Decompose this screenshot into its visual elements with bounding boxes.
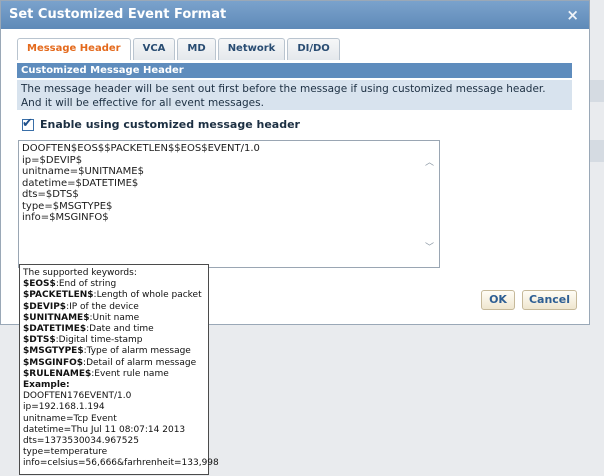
header-text: DOOFTEN$EOS$$PACKETLEN$$EOS$EVENT/1.0 ip… bbox=[22, 143, 260, 224]
header-line: dts=$DTS$ bbox=[22, 189, 79, 200]
keyword-name: $EOS$ bbox=[23, 279, 56, 290]
background-strip bbox=[588, 80, 604, 102]
section-description: The message header will be sent out firs… bbox=[17, 80, 572, 110]
tab-bar: Message Header VCA MD Network DI/DO bbox=[17, 38, 340, 60]
example-line: dts=1373530034.967525 bbox=[23, 436, 139, 447]
keyword-description: :Digital time-stamp bbox=[55, 335, 143, 346]
keyword-name: $MSGINFO$ bbox=[23, 357, 84, 368]
tab-message-header[interactable]: Message Header bbox=[17, 38, 131, 60]
dialog-titlebar: Set Customized Event Format × bbox=[1, 1, 589, 29]
header-line: info=$MSGINFO$ bbox=[22, 212, 109, 223]
keyword-row: $MSGINFO$:Detail of alarm message bbox=[23, 358, 205, 369]
tab-vca[interactable]: VCA bbox=[132, 38, 176, 60]
example-line: type=temperature bbox=[23, 447, 108, 458]
header-textarea[interactable]: DOOFTEN$EOS$$PACKETLEN$$EOS$EVENT/1.0 ip… bbox=[18, 140, 440, 268]
example-line: datetime=Thu Jul 11 08:07:14 2013 bbox=[23, 424, 186, 435]
header-line: DOOFTEN$EOS$$PACKETLEN$$EOS$EVENT/1.0 bbox=[22, 143, 260, 154]
keyword-row: $EOS$:End of string bbox=[23, 279, 205, 290]
keyword-row: $DATETIME$:Date and time bbox=[23, 324, 205, 335]
tab-di-do[interactable]: DI/DO bbox=[287, 38, 340, 60]
scroll-up-icon[interactable]: ︿ bbox=[425, 155, 434, 168]
keyword-name: $UNITNAME$ bbox=[23, 312, 90, 323]
header-line: ip=$DEVIP$ bbox=[22, 154, 83, 166]
keyword-description: :Unit name bbox=[89, 312, 140, 323]
keyword-row: $DEVIP$:IP of the device bbox=[23, 302, 205, 313]
keyword-row: $UNITNAME$:Unit name bbox=[23, 313, 205, 324]
keyword-description: :Date and time bbox=[86, 324, 154, 335]
keyword-name: $PACKETLEN$ bbox=[23, 290, 94, 301]
tab-md[interactable]: MD bbox=[177, 38, 216, 60]
keyword-row: $MSGTYPE$:Type of alarm message bbox=[23, 346, 205, 357]
keyword-list: $EOS$:End of string $PACKETLEN$:Length of… bbox=[23, 279, 205, 380]
keyword-row: $RULENAME$:Event rule name bbox=[23, 369, 205, 380]
example-line: ip=192.168.1.194 bbox=[23, 402, 105, 413]
keyword-description: :Type of alarm message bbox=[83, 346, 191, 357]
keyword-row: $DTS$:Digital time-stamp bbox=[23, 335, 205, 346]
keyword-name: $DATETIME$ bbox=[23, 324, 87, 335]
keywords-tooltip: The supported keywords: $EOS$:End of str… bbox=[19, 264, 219, 475]
keyword-name: $DEVIP$ bbox=[23, 301, 67, 312]
scroll-down-icon[interactable]: ﹀ bbox=[425, 240, 434, 253]
dialog-title: Set Customized Event Format bbox=[9, 7, 227, 22]
keyword-description: :Length of whole packet bbox=[93, 290, 202, 301]
keyword-description: :IP of the device bbox=[66, 301, 139, 312]
enable-label: Enable using customized message header bbox=[40, 118, 300, 131]
keyword-description: :End of string bbox=[55, 279, 117, 290]
example-list: DOOFTEN176EVENT/1.0 ip=192.168.1.194 unitn… bbox=[23, 391, 219, 469]
header-line: datetime=$DATETIME$ bbox=[22, 177, 139, 189]
close-icon[interactable]: × bbox=[566, 1, 579, 29]
example-line: DOOFTEN176EVENT/1.0 bbox=[23, 391, 132, 402]
keyword-row: $PACKETLEN$:Length of whole packet bbox=[23, 290, 205, 301]
background-strip bbox=[588, 140, 604, 162]
section-title: Customized Message Header bbox=[17, 63, 572, 78]
keyword-description: :Detail of alarm message bbox=[83, 357, 197, 368]
checkmark-icon: ✔ bbox=[22, 115, 33, 131]
tooltip-intro: The supported keywords: bbox=[23, 268, 137, 278]
keyword-name: $DTS$ bbox=[23, 335, 56, 346]
example-line: info=celsius=56,666&farhrenheit=133,998 bbox=[23, 458, 219, 469]
keyword-name: $MSGTYPE$ bbox=[23, 346, 84, 357]
example-line: unitname=Tcp Event bbox=[23, 413, 117, 424]
header-line: unitname=$UNITNAME$ bbox=[22, 166, 144, 177]
tab-network[interactable]: Network bbox=[217, 38, 286, 60]
cancel-button[interactable]: Cancel bbox=[522, 290, 577, 310]
example-label: Example: bbox=[23, 380, 70, 391]
enable-row: ✔ Enable using customized message header bbox=[22, 115, 300, 131]
header-line: type=$MSGTYPE$ bbox=[22, 200, 113, 212]
keyword-description: :Event rule name bbox=[91, 368, 169, 379]
keyword-name: $RULENAME$ bbox=[23, 368, 92, 379]
ok-button[interactable]: OK bbox=[481, 290, 515, 310]
enable-checkbox[interactable]: ✔ bbox=[22, 115, 34, 131]
